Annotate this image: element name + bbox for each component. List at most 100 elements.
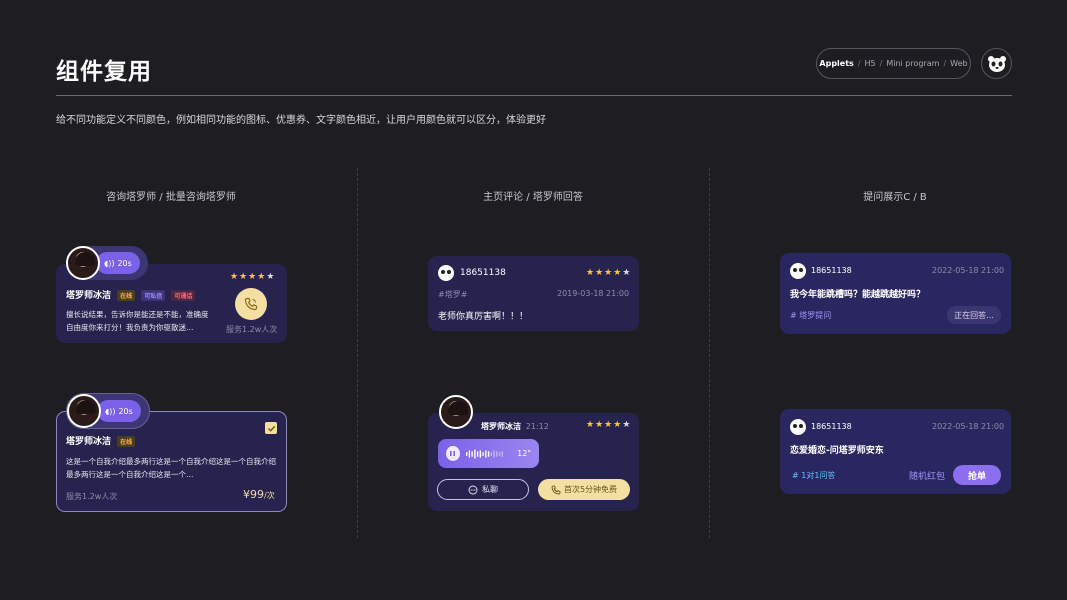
sound-wave-icon: ◖)) bbox=[104, 258, 115, 268]
header-divider bbox=[56, 95, 1012, 96]
phone-icon bbox=[244, 297, 258, 311]
comment-time: 2019-03-18 21:00 bbox=[557, 289, 630, 298]
comment-user: 18651138 bbox=[460, 268, 506, 278]
grab-order-card[interactable]: 18651138 2022-05-18 21:00 恋爱婚恋-问塔罗师安东 # … bbox=[780, 409, 1011, 494]
star-icon: ★ bbox=[586, 420, 595, 430]
star-icon: ★ bbox=[266, 272, 275, 282]
badge-can-message: 可私信 bbox=[141, 290, 166, 301]
reader-name-row: 塔罗师冰洁 在线 可私信 可通话 bbox=[66, 288, 196, 301]
reader-avatar bbox=[439, 395, 473, 429]
voice-duration: 12" bbox=[517, 449, 531, 458]
nav-separator: / bbox=[857, 59, 861, 68]
chat-bubble-icon bbox=[468, 485, 478, 494]
nav-item-mini-program[interactable]: Mini program bbox=[886, 59, 939, 68]
random-red-packet: 随机红包 bbox=[909, 472, 946, 482]
served-count: 服务1.2w人次 bbox=[66, 492, 118, 501]
rating-stars: ★ ★ ★ ★ ★ bbox=[586, 269, 630, 278]
star-icon: ★ bbox=[586, 268, 595, 278]
reader-name: 塔罗师冰洁 bbox=[66, 291, 112, 301]
question-time: 2022-05-18 21:00 bbox=[932, 266, 1005, 275]
star-icon: ★ bbox=[613, 268, 622, 278]
answer-header: 塔罗师冰洁 21:12 bbox=[481, 421, 549, 432]
call-button[interactable] bbox=[235, 288, 267, 320]
question-topic[interactable]: # 塔罗提问 bbox=[790, 310, 831, 321]
free-call-label: 首次5分钟免费 bbox=[563, 485, 618, 494]
reader-description: 这是一个自我介绍最多两行这是一个自我介绍这是一个自我介绍最多两行这是一个自我介绍… bbox=[66, 457, 276, 479]
star-icon: ★ bbox=[622, 420, 631, 430]
panda-avatar-icon bbox=[438, 265, 454, 281]
question-text: 我今年能跳槽吗？能越跳越好吗？ bbox=[790, 290, 926, 300]
voice-intro-button[interactable]: ◖)) 20s bbox=[97, 400, 141, 422]
star-icon: ★ bbox=[230, 272, 239, 282]
column-title-comment: 主页评论 / 塔罗师回答 bbox=[483, 192, 583, 203]
check-icon bbox=[267, 425, 275, 432]
nav-item-h5[interactable]: H5 bbox=[865, 59, 876, 68]
pause-button[interactable] bbox=[446, 446, 460, 461]
reader-avatar-voice: ◖)) 20s bbox=[66, 246, 148, 280]
reader-name: 塔罗师冰洁 bbox=[66, 437, 112, 447]
star-icon: ★ bbox=[595, 268, 604, 278]
voice-answer-player[interactable]: 12" bbox=[438, 439, 539, 468]
sound-wave-icon: ◖)) bbox=[105, 406, 116, 416]
price: ¥99/次 bbox=[243, 488, 275, 501]
avatar bbox=[439, 395, 473, 429]
nav-item-applets[interactable]: Applets bbox=[819, 59, 853, 68]
page-description: 给不同功能定义不同颜色，例如相同功能的图标、优惠券、文字颜色相近，让用户用颜色就… bbox=[56, 115, 546, 126]
phone-icon bbox=[551, 485, 561, 494]
star-icon: ★ bbox=[595, 420, 604, 430]
question-user: 18651138 bbox=[811, 266, 852, 275]
price-unit: /次 bbox=[264, 491, 275, 500]
comment-card[interactable]: 18651138 ★ ★ ★ ★ ★ #塔罗# 2019-03-18 21:00 老师你… bbox=[428, 256, 639, 331]
question-card[interactable]: 18651138 2022-05-18 21:00 我今年能跳槽吗？能越跳越好吗… bbox=[780, 253, 1011, 334]
reader-description: 擅长说结果，告诉你是能还是不能，准确度自由度你来打分！我负责为你驱散迷… bbox=[66, 310, 209, 332]
panda-icon bbox=[987, 55, 1006, 72]
panda-avatar-icon bbox=[790, 263, 806, 279]
voice-intro-button[interactable]: ◖)) 20s bbox=[96, 252, 140, 274]
rating-stars: ★ ★ ★ ★ ★ bbox=[230, 273, 274, 282]
avatar bbox=[66, 246, 100, 280]
question-user: 18651138 bbox=[811, 422, 852, 431]
platform-nav: Applets / H5 / Mini program / Web bbox=[816, 48, 971, 79]
comment-topic[interactable]: #塔罗# bbox=[438, 289, 467, 300]
reader-name: 塔罗师冰洁 bbox=[481, 422, 521, 431]
pause-icon bbox=[450, 451, 456, 456]
reader-name-row: 塔罗师冰洁 在线 bbox=[66, 434, 136, 447]
avatar bbox=[67, 394, 101, 428]
star-icon: ★ bbox=[257, 272, 266, 282]
question-text: 恋爱婚恋-问塔罗师安东 bbox=[790, 446, 884, 456]
private-chat-label: 私聊 bbox=[482, 485, 498, 494]
reader-avatar-voice: ◖)) 20s bbox=[66, 393, 150, 429]
column-divider bbox=[357, 168, 358, 538]
column-divider bbox=[709, 168, 710, 538]
question-topic[interactable]: # 1对1问答 bbox=[792, 470, 835, 481]
answering-status: 正在回答... bbox=[947, 306, 1001, 324]
comment-text: 老师你真厉害啊！！！ bbox=[438, 312, 529, 322]
status-badge-online: 在线 bbox=[117, 436, 136, 447]
panda-avatar-icon bbox=[790, 419, 806, 435]
price-value: ¥99 bbox=[243, 488, 264, 501]
page: 组件复用 Applets / H5 / Mini program / Web 给… bbox=[0, 0, 1067, 600]
select-checkbox[interactable] bbox=[265, 422, 277, 434]
star-icon: ★ bbox=[613, 420, 622, 430]
private-chat-button[interactable]: 私聊 bbox=[437, 479, 529, 500]
voice-duration: 20s bbox=[117, 258, 132, 268]
nav-separator: / bbox=[943, 59, 947, 68]
star-icon: ★ bbox=[239, 272, 248, 282]
nav-item-web[interactable]: Web bbox=[950, 59, 967, 68]
question-time: 2022-05-18 21:00 bbox=[932, 422, 1005, 431]
column-title-question: 提问展示C / B bbox=[863, 192, 927, 203]
star-icon: ★ bbox=[604, 420, 613, 430]
star-icon: ★ bbox=[248, 272, 257, 282]
voice-duration: 20s bbox=[118, 406, 133, 416]
panda-logo-button[interactable] bbox=[981, 48, 1012, 79]
nav-separator: / bbox=[879, 59, 883, 68]
waveform-icon bbox=[465, 448, 503, 459]
status-badge-online: 在线 bbox=[117, 290, 136, 301]
star-icon: ★ bbox=[622, 268, 631, 278]
star-icon: ★ bbox=[604, 268, 613, 278]
answer-time: 21:12 bbox=[525, 422, 549, 431]
served-count: 服务1.2w人次 bbox=[226, 325, 278, 334]
free-call-button[interactable]: 首次5分钟免费 bbox=[538, 479, 630, 500]
grab-order-button[interactable]: 抢单 bbox=[953, 465, 1001, 485]
badge-can-call: 可通话 bbox=[171, 290, 196, 301]
